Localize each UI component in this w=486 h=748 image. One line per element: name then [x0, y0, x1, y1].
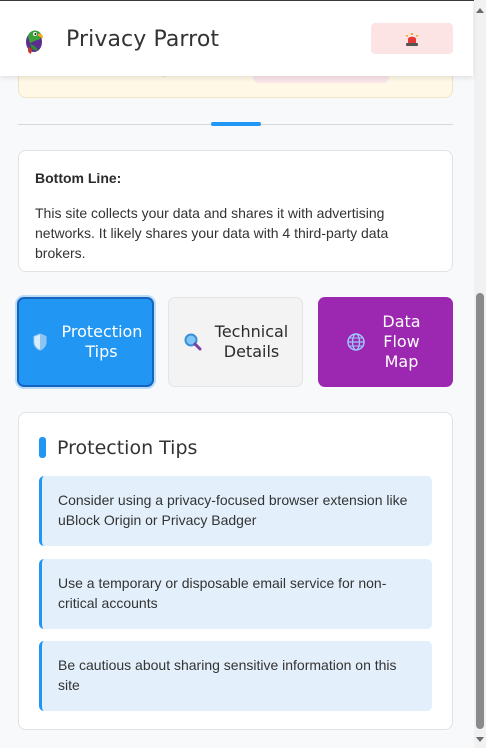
- active-section-indicator: [211, 122, 261, 126]
- bottom-line-title: Bottom Line:: [35, 170, 122, 186]
- data-flow-map-label: Data Flow Map: [382, 312, 421, 371]
- scroll-down-arrow-icon[interactable]: [476, 737, 484, 742]
- alert-button[interactable]: [371, 23, 453, 54]
- protection-tips-label: Protection Tips: [61, 322, 143, 361]
- bottom-line-card: Bottom Line: This site collects your dat…: [18, 150, 453, 272]
- app-header: Privacy Parrot: [0, 1, 473, 76]
- siren-icon: [406, 32, 418, 46]
- parrot-icon: [26, 30, 43, 54]
- tip-item: Be cautious about sharing sensitive info…: [39, 641, 432, 711]
- protection-tips-button[interactable]: Protection Tips: [17, 297, 154, 387]
- scrollbar-thumb[interactable]: [476, 293, 484, 729]
- app-title: Privacy Parrot: [66, 27, 220, 52]
- bottom-line-text: This site collects your data and shares …: [35, 205, 389, 261]
- tips-title: Protection Tips: [57, 437, 198, 459]
- tip-item: Consider using a privacy-focused browser…: [39, 476, 432, 546]
- shield-icon: [33, 333, 46, 351]
- magnifier-icon: [184, 333, 201, 351]
- tips-title-accent: [39, 437, 46, 458]
- vertical-scrollbar[interactable]: [474, 0, 486, 748]
- technical-details-label: Technical Details: [214, 322, 289, 361]
- protection-tips-panel: Protection Tips Consider using a privacy…: [18, 412, 453, 730]
- technical-details-button[interactable]: Technical Details: [168, 297, 303, 387]
- globe-icon: [346, 333, 365, 351]
- scroll-up-arrow-icon[interactable]: [476, 8, 484, 13]
- tip-item: Use a temporary or disposable email serv…: [39, 559, 432, 629]
- data-flow-map-button[interactable]: Data Flow Map: [318, 297, 453, 387]
